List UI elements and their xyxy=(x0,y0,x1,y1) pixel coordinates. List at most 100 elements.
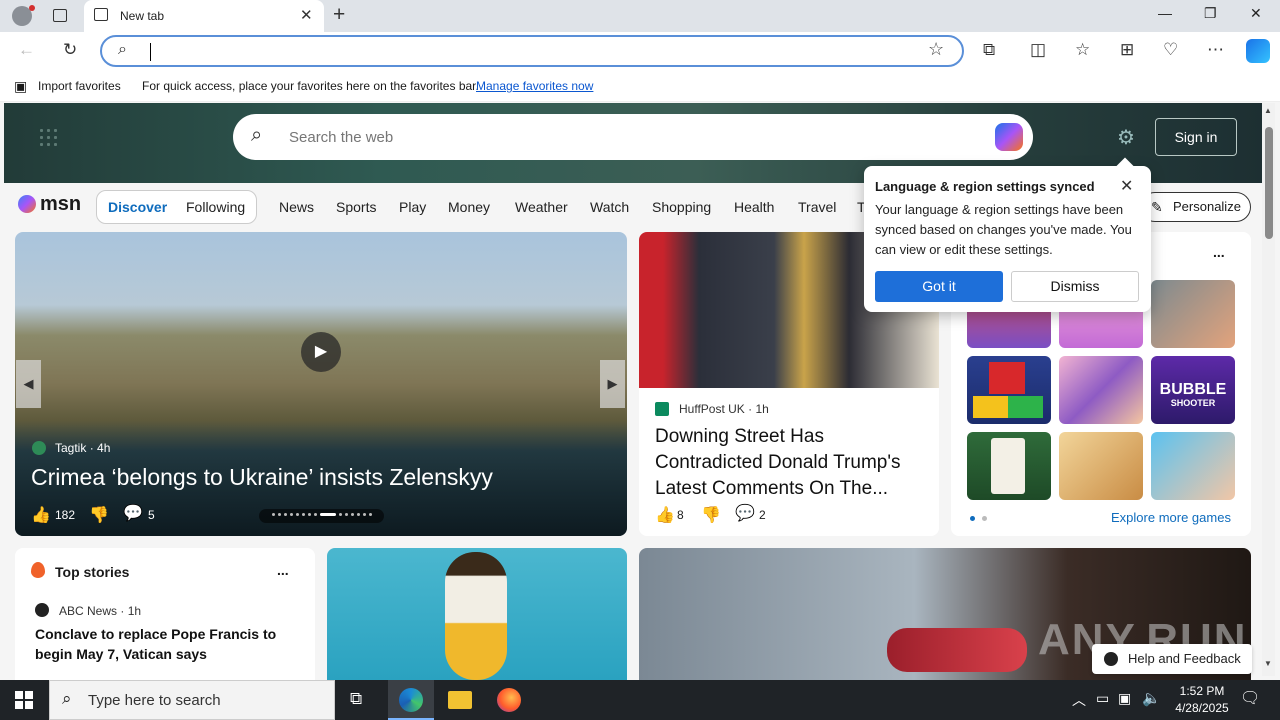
pencil-icon: ✎ xyxy=(1151,199,1163,215)
collections-icon[interactable]: ⊞ xyxy=(1120,40,1134,60)
network-icon[interactable]: ▣ xyxy=(1118,690,1131,707)
web-search-box[interactable]: ⌕ Search the web xyxy=(233,114,1033,160)
carousel-dots[interactable] xyxy=(259,509,384,523)
game-tile-bubble-shooter[interactable]: BUBBLE SHOOTER xyxy=(1151,356,1235,424)
lead-source: Tagtik · 4h xyxy=(55,441,111,455)
top-stories-card: Top stories ... ABC News · 1h Conclave t… xyxy=(15,548,315,680)
personalize-button[interactable]: ✎ Personalize xyxy=(1140,192,1251,222)
settings-gear-icon[interactable]: ⚙ xyxy=(1117,125,1135,150)
popup-close-icon[interactable]: ✕ xyxy=(1120,176,1133,196)
nav-health[interactable]: Health xyxy=(734,199,774,215)
task-view-icon[interactable]: ⧉ xyxy=(350,689,362,709)
extensions-icon[interactable]: ⧉ xyxy=(983,40,995,60)
taskbar-search-icon: ⌕ xyxy=(62,689,72,708)
dislike-icon[interactable]: 👎 xyxy=(89,505,109,525)
web-search-input[interactable]: Search the web xyxy=(289,129,393,146)
dismiss-button[interactable]: Dismiss xyxy=(1011,271,1139,302)
second-headline[interactable]: Downing Street Has Contradicted Donald T… xyxy=(655,424,927,502)
nav-money[interactable]: Money xyxy=(448,199,490,215)
close-tab-icon[interactable]: ✕ xyxy=(300,6,313,24)
game-tile-blocks[interactable] xyxy=(967,356,1051,424)
jumping-person-image xyxy=(445,552,507,680)
photo-story-card[interactable] xyxy=(327,548,627,680)
got-it-button[interactable]: Got it xyxy=(875,271,1003,302)
help-feedback-button[interactable]: Help and Feedback xyxy=(1092,644,1252,674)
dislike-icon[interactable]: 👎 xyxy=(701,505,721,525)
carousel-next-icon[interactable]: ▶ xyxy=(600,360,625,408)
tab-discover[interactable]: Discover xyxy=(108,199,167,215)
game-tile[interactable] xyxy=(1151,280,1235,348)
comment-icon[interactable]: 💬 xyxy=(123,503,143,523)
copilot-search-icon[interactable] xyxy=(995,123,1023,151)
nav-sports[interactable]: Sports xyxy=(336,199,376,215)
help-icon xyxy=(1104,652,1118,666)
tab-title: New tab xyxy=(120,9,165,23)
nav-news[interactable]: News xyxy=(279,199,314,215)
scroll-down-icon[interactable]: ▼ xyxy=(1264,659,1272,668)
nav-weather[interactable]: Weather xyxy=(515,199,568,215)
refresh-icon[interactable]: ↻ xyxy=(63,40,77,60)
performance-icon[interactable]: ♡ xyxy=(1163,40,1178,60)
new-tab-button[interactable]: + xyxy=(333,3,345,27)
sign-in-button[interactable]: Sign in xyxy=(1155,118,1237,156)
tab-new-tab[interactable]: New tab ✕ xyxy=(84,0,324,32)
second-source: HuffPost UK · 1h xyxy=(679,402,769,416)
volume-icon[interactable]: 🔈 xyxy=(1142,689,1161,707)
popup-title: Language & region settings synced xyxy=(875,179,1095,194)
address-bar[interactable]: ⌕ ☆ xyxy=(100,35,964,67)
back-icon[interactable]: ← xyxy=(18,40,35,60)
tray-device-icon[interactable]: ▭ xyxy=(1096,690,1109,707)
import-favorites-icon[interactable]: ▣ xyxy=(14,78,27,95)
game-tile-wood[interactable] xyxy=(1059,432,1143,500)
carousel-prev-icon[interactable]: ◀ xyxy=(16,360,41,408)
import-favorites[interactable]: Import favorites xyxy=(38,79,121,93)
nav-travel[interactable]: Travel xyxy=(798,199,836,215)
like-icon[interactable]: 👍 xyxy=(655,505,675,525)
games-page-dot[interactable] xyxy=(970,516,975,521)
games-more-menu[interactable]: ... xyxy=(1213,244,1225,260)
favorite-star-icon[interactable]: ☆ xyxy=(928,39,944,60)
apps-grid-icon[interactable] xyxy=(38,127,58,147)
clock-time[interactable]: 1:52 PM xyxy=(1172,684,1232,698)
split-screen-icon[interactable]: ◫ xyxy=(1030,40,1046,60)
favorites-icon[interactable]: ☆ xyxy=(1075,40,1090,60)
clock-date[interactable]: 4/28/2025 xyxy=(1166,701,1238,715)
tab-actions-icon[interactable] xyxy=(53,9,67,22)
game-tile-makeup[interactable] xyxy=(1059,356,1143,424)
file-explorer-icon[interactable] xyxy=(448,691,472,709)
game-tile[interactable] xyxy=(1151,432,1235,500)
top-stories-more-menu[interactable]: ... xyxy=(277,562,289,578)
tab-following[interactable]: Following xyxy=(186,199,245,215)
lead-headline[interactable]: Crimea ‘belongs to Ukraine’ insists Zele… xyxy=(31,464,493,491)
more-menu-icon[interactable]: ⋯ xyxy=(1207,40,1224,60)
play-video-icon[interactable]: ▶ xyxy=(301,332,341,372)
minimize-button[interactable]: — xyxy=(1158,5,1172,21)
like-icon[interactable]: 👍 xyxy=(31,505,51,525)
huffpost-logo-icon xyxy=(655,402,669,416)
scrollbar-thumb[interactable] xyxy=(1265,127,1273,239)
notifications-icon[interactable]: 🗨 xyxy=(1240,688,1260,708)
taskbar-search-box[interactable]: ⌕ Type here to search xyxy=(49,680,335,720)
nav-watch[interactable]: Watch xyxy=(590,199,629,215)
restore-button[interactable]: ❐ xyxy=(1204,5,1217,22)
manage-favorites-link[interactable]: Manage favorites now xyxy=(476,79,593,93)
lead-like-count: 182 xyxy=(55,508,76,522)
tray-overflow-icon[interactable]: ︿ xyxy=(1072,690,1086,710)
game-tile-mahjong[interactable] xyxy=(967,432,1051,500)
edge-taskbar-button[interactable] xyxy=(388,680,434,720)
msn-logo[interactable]: msn xyxy=(18,193,81,216)
top-story-headline[interactable]: Conclave to replace Pope Francis to begi… xyxy=(35,624,295,664)
scroll-up-icon[interactable]: ▲ xyxy=(1264,106,1272,115)
windows-start-icon[interactable] xyxy=(15,691,33,709)
explore-games-link[interactable]: Explore more games xyxy=(1111,510,1231,525)
close-window-button[interactable]: ✕ xyxy=(1250,5,1262,22)
games-page-dot[interactable] xyxy=(982,516,987,521)
firefox-icon[interactable] xyxy=(497,688,521,712)
comment-icon[interactable]: 💬 xyxy=(735,503,755,523)
copilot-icon[interactable] xyxy=(1246,39,1270,63)
taskbar-search-input[interactable]: Type here to search xyxy=(88,692,221,709)
nav-play[interactable]: Play xyxy=(399,199,426,215)
title-bar: New tab ✕ + — ❐ ✕ xyxy=(0,0,1280,32)
nav-shopping[interactable]: Shopping xyxy=(652,199,711,215)
lead-story-card[interactable]: Tagtik · 4h Crimea ‘belongs to Ukraine’ … xyxy=(15,232,627,536)
